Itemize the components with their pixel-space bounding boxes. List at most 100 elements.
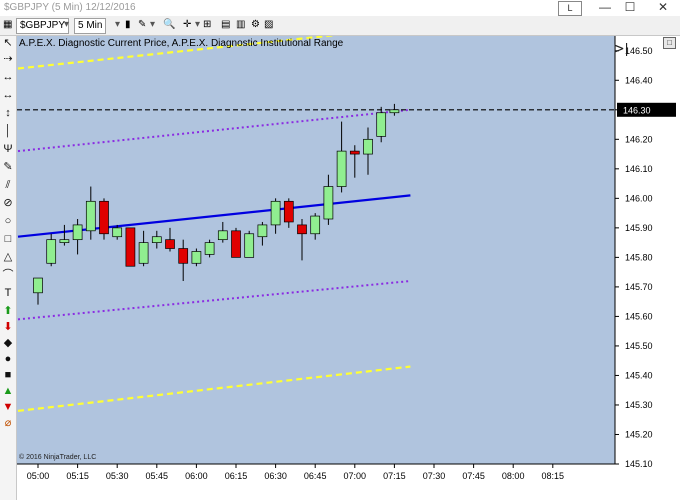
x-tick-label: 08:00 [502,471,525,481]
x-tick-label: 07:45 [462,471,485,481]
arrow-line-icon[interactable]: ↕ [1,106,15,120]
y-tick-label: 145.40 [625,370,653,380]
panel-maximize-icon[interactable]: □ [663,37,676,49]
horizontal-line-icon[interactable]: ↔ [1,88,15,102]
triangle-up-icon[interactable]: ▲ [1,384,15,398]
candle-body [112,227,123,238]
triangle-icon[interactable]: △ [1,250,15,264]
candle-body [283,200,294,223]
indicators-icon[interactable]: ▤ [221,18,230,32]
fib-icon[interactable]: Ψ [1,142,15,156]
drawing-tool-icon[interactable]: ✎ [138,18,146,32]
candle-body [310,215,321,235]
strategies-icon[interactable]: ▥ [236,18,245,32]
dot-icon[interactable]: ● [1,352,15,366]
instrument-selector[interactable]: $GBPJPY [16,18,70,34]
rectangle-icon[interactable]: □ [1,232,15,246]
close-button[interactable]: ✕ [648,0,678,16]
candle-body [336,150,347,187]
candle-body [297,224,307,235]
link-button[interactable]: L [558,1,582,16]
arrow-down-icon[interactable]: ⬇ [1,320,15,334]
x-tick-label: 07:00 [344,471,367,481]
x-tick-label: 07:15 [383,471,406,481]
bar-type-icon[interactable]: ▮ [125,18,131,32]
x-axis-panel [17,464,615,500]
current-price-label: 146.30 [623,105,651,115]
candle-body [165,239,175,249]
vertical-line-icon[interactable]: │ [1,124,15,138]
x-tick-label: 08:15 [542,471,565,481]
candle-body [244,233,255,258]
x-tick-label: 06:45 [304,471,327,481]
indicator-label: A.P.E.X. Diagnostic Current Price, A.P.E… [19,38,344,49]
y-tick-label: 146.40 [625,75,653,85]
title-bar: $GBPJPY (5 Min) 12/12/2016 L — ☐ ✕ [0,0,680,16]
arc-icon[interactable]: ⌒ [1,268,15,282]
candle-body [349,150,360,155]
y-tick-label: 146.50 [625,46,653,56]
candle-body [257,224,268,238]
candle-body [46,239,57,264]
arrow-up-icon[interactable]: ⬆ [1,304,15,318]
candle-body [323,186,334,220]
interval-selector[interactable]: 5 Min [74,18,107,34]
data-box-icon[interactable]: ⊞ [203,18,211,32]
y-tick-label: 145.20 [625,429,653,439]
candle-body [231,230,241,258]
x-tick-label: 07:30 [423,471,446,481]
diamond-icon[interactable]: ◆ [1,336,15,350]
x-tick-label: 06:30 [264,471,287,481]
y-tick-label: 145.10 [625,459,653,469]
channel-icon[interactable]: ⫽ [1,178,15,192]
square-icon[interactable]: ■ [1,368,15,382]
pencil-icon[interactable]: ✎ [1,160,15,174]
eraser-icon[interactable]: ⌀ [1,416,15,430]
y-tick-label: 145.30 [625,400,653,410]
drawing-toolbar: ↖ ⇢ ↔ ↔ ↕ │ Ψ ✎ ⫽ ⊘ ○ □ △ ⌒ T ⬆ ⬇ ◆ ● ■ … [0,36,17,500]
y-tick-label: 145.60 [625,311,653,321]
x-tick-label: 06:15 [225,471,248,481]
drawing-chevron-icon[interactable]: ▾ [150,18,155,32]
properties-icon[interactable]: ⚙ [251,18,260,32]
y-tick-label: 146.00 [625,193,653,203]
candle-body [59,239,70,243]
candle-body [85,200,96,232]
candle-body [178,248,189,264]
crosshair-chevron-icon[interactable]: ▾ [195,18,200,32]
candle-body [72,224,83,241]
crosshair-icon[interactable]: ✛ [183,18,191,32]
zoom-icon[interactable]: 🔍 [163,18,175,32]
chart-style-icon[interactable]: ▦ [3,18,12,32]
candle-body [151,236,162,243]
candle-body [33,277,43,294]
circle-icon[interactable]: ○ [1,214,15,228]
template-icon[interactable]: ▨ [264,18,273,32]
dropdown-chevron-icon[interactable]: ▾ [64,18,69,32]
candle-body [191,251,202,264]
triangle-down-icon[interactable]: ▼ [1,400,15,414]
x-tick-label: 05:30 [106,471,129,481]
interval-chevron-icon[interactable]: ▾ [115,18,120,32]
candle-body [138,242,149,264]
y-tick-label: 146.10 [625,164,653,174]
extended-line-icon[interactable]: ↔ [1,70,15,84]
collapse-panel-icon[interactable]: ⊳| [613,40,628,57]
candle-body [217,230,228,241]
y-tick-label: 145.90 [625,223,653,233]
candle-body [270,200,281,226]
text-icon[interactable]: T [1,286,15,300]
x-tick-label: 06:00 [185,471,208,481]
plot-background [17,36,615,464]
y-tick-label: 145.50 [625,341,653,351]
regression-icon[interactable]: ⊘ [1,196,15,210]
candle-body [376,112,387,137]
maximize-button[interactable]: ☐ [615,0,645,16]
ray-icon[interactable]: ⇢ [1,52,15,66]
copyright-text: © 2016 NinjaTrader, LLC [19,454,97,461]
candle-body [389,109,400,114]
price-chart[interactable]: 146.50 146.40 146.30 146.20 146.10 146.00 145.… [17,36,680,500]
chart-panel[interactable]: 146.50 146.40 146.30 146.20 146.10 146.00 145.… [17,36,680,500]
cursor-icon[interactable]: ↖ [1,36,15,50]
x-tick-label: 05:15 [66,471,89,481]
